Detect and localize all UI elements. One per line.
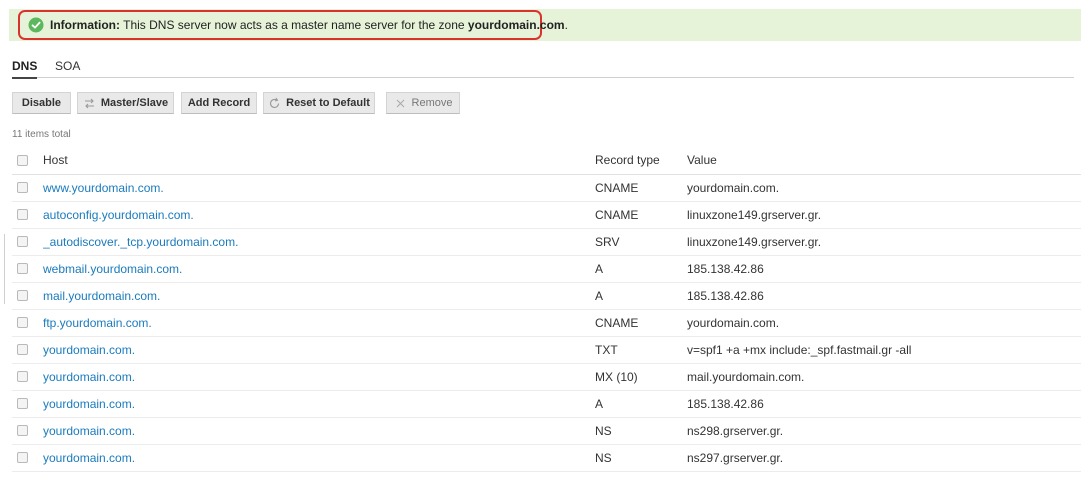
record-value: v=spf1 +a +mx include:_spf.fastmail.gr -… [687, 336, 1081, 364]
check-circle-icon [28, 17, 44, 33]
header-host[interactable]: Host [43, 147, 595, 175]
tab-soa[interactable]: SOA [55, 59, 80, 73]
record-value: 185.138.42.86 [687, 255, 1081, 283]
record-type: A [595, 255, 687, 283]
row-checkbox[interactable] [17, 209, 28, 220]
row-checkbox[interactable] [17, 182, 28, 193]
record-type: A [595, 282, 687, 310]
record-type: NS [595, 417, 687, 445]
table-header-row: Host Record type Value [12, 147, 1081, 175]
remove-button[interactable]: Remove [386, 92, 460, 114]
record-type: SRV [595, 228, 687, 256]
host-link[interactable]: yourdomain.com. [43, 424, 135, 438]
info-message: Information: This DNS server now acts as… [18, 10, 568, 40]
divider [4, 234, 5, 304]
host-link[interactable]: www.yourdomain.com. [43, 181, 164, 195]
tab-bar: DNS SOA [12, 50, 1074, 79]
row-checkbox[interactable] [17, 452, 28, 463]
disable-label: Disable [21, 97, 62, 109]
add-record-button[interactable]: Add Record [181, 92, 257, 114]
select-all-checkbox[interactable] [17, 154, 28, 166]
record-value: yourdomain.com. [687, 174, 1081, 202]
record-value: linuxzone149.grserver.gr. [687, 228, 1081, 256]
remove-label: Remove [411, 97, 453, 109]
record-value: mail.yourdomain.com. [687, 363, 1081, 391]
host-link[interactable]: yourdomain.com. [43, 397, 135, 411]
table-row: yourdomain.com. NS ns298.grserver.gr. [12, 417, 1081, 445]
host-link[interactable]: _autodiscover._tcp.yourdomain.com. [43, 235, 238, 249]
reset-label: Reset to Default [286, 97, 370, 109]
record-type: CNAME [595, 174, 687, 202]
host-link[interactable]: mail.yourdomain.com. [43, 289, 160, 303]
record-value: yourdomain.com. [687, 309, 1081, 337]
row-checkbox[interactable] [17, 371, 28, 382]
record-value: linuxzone149.grserver.gr. [687, 201, 1081, 229]
table-row: _autodiscover._tcp.yourdomain.com. SRV lin… [12, 228, 1081, 256]
record-value: ns297.grserver.gr. [687, 444, 1081, 472]
table-row: ftp.yourdomain.com. CNAME yourdomain.com. [12, 309, 1081, 337]
host-link[interactable]: yourdomain.com. [43, 343, 135, 357]
header-record-type[interactable]: Record type [595, 147, 687, 175]
record-type: MX (10) [595, 363, 687, 391]
host-link[interactable]: yourdomain.com. [43, 370, 135, 384]
reset-to-default-button[interactable]: Reset to Default [263, 92, 375, 114]
row-checkbox[interactable] [17, 236, 28, 247]
row-checkbox[interactable] [17, 263, 28, 274]
add-record-label: Add Record [187, 97, 251, 109]
record-value: 185.138.42.86 [687, 390, 1081, 418]
host-link[interactable]: autoconfig.yourdomain.com. [43, 208, 194, 222]
dns-records-table: Host Record type Value www.yourdomain.co… [12, 147, 1081, 472]
record-type: CNAME [595, 309, 687, 337]
switch-arrows-icon [84, 98, 94, 108]
info-zone: yourdomain.com [467, 18, 565, 32]
record-value: 185.138.42.86 [687, 282, 1081, 310]
table-row: yourdomain.com. MX (10) mail.yourdomain.co… [12, 363, 1081, 391]
host-link[interactable]: webmail.yourdomain.com. [43, 262, 182, 276]
master-slave-label: Master/Slave [100, 97, 169, 109]
remove-x-icon [396, 99, 404, 107]
host-link[interactable]: yourdomain.com. [43, 451, 135, 465]
record-type: TXT [595, 336, 687, 364]
table-row: yourdomain.com. A 185.138.42.86 [12, 390, 1081, 418]
row-checkbox[interactable] [17, 290, 28, 301]
info-text-end: . [564, 18, 568, 32]
record-type: NS [595, 444, 687, 472]
record-value: ns298.grserver.gr. [687, 417, 1081, 445]
info-label: Information: [50, 18, 120, 32]
table-row: yourdomain.com. TXT v=spf1 +a +mx include:… [12, 336, 1081, 364]
row-checkbox[interactable] [17, 425, 28, 436]
tab-dns[interactable]: DNS [12, 59, 38, 79]
record-type: A [595, 390, 687, 418]
table-row: mail.yourdomain.com. A 185.138.42.86 [12, 282, 1081, 310]
table-row: www.yourdomain.com. CNAME yourdomain.com. [12, 174, 1081, 202]
table-row: yourdomain.com. NS ns297.grserver.gr. [12, 444, 1081, 472]
row-checkbox[interactable] [17, 398, 28, 409]
disable-button[interactable]: Disable [12, 92, 71, 114]
table-row: webmail.yourdomain.com. A 185.138.42.86 [12, 255, 1081, 283]
row-checkbox[interactable] [17, 317, 28, 328]
row-checkbox[interactable] [17, 344, 28, 355]
items-total: 11 items total [12, 129, 71, 140]
master-slave-button[interactable]: Master/Slave [77, 92, 174, 114]
reset-icon [270, 97, 280, 108]
info-text: This DNS server now acts as a master nam… [120, 18, 468, 32]
header-value[interactable]: Value [687, 147, 1081, 175]
table-row: autoconfig.yourdomain.com. CNAME linuxzone… [12, 201, 1081, 229]
host-link[interactable]: ftp.yourdomain.com. [43, 316, 152, 330]
record-type: CNAME [595, 201, 687, 229]
